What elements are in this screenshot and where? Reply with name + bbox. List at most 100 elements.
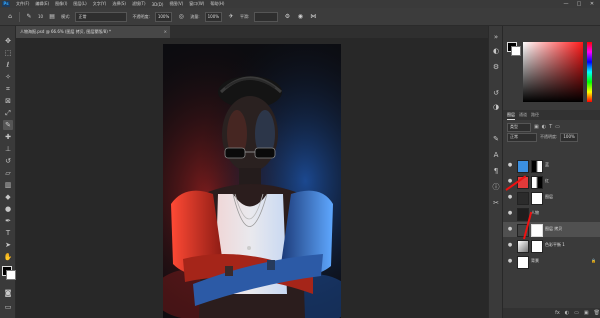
filter-shape-icon[interactable]: ▭ xyxy=(555,124,560,130)
menu-image[interactable]: 图像(I) xyxy=(55,1,67,7)
adjustment-layer-icon[interactable]: ◐ xyxy=(565,308,569,318)
layer-kind-filter[interactable]: 类型 xyxy=(507,122,531,132)
brush-tool-icon[interactable]: ✎ xyxy=(25,13,33,21)
menu-help[interactable]: 帮助(H) xyxy=(210,1,224,7)
document-tab[interactable]: 人物海报.psd @ 66.6% (图层 拷贝, 图层蒙版/8) * × xyxy=(16,26,170,38)
quick-mask-icon[interactable]: ◙ xyxy=(3,288,13,298)
panel-background-swatch[interactable] xyxy=(511,46,521,56)
visibility-eye-icon[interactable]: ● xyxy=(507,226,513,232)
minimize-icon[interactable]: — xyxy=(560,0,572,8)
layer-name: 红 xyxy=(545,178,549,183)
tools-preset-icon[interactable]: ✂ xyxy=(491,198,501,208)
layer-mask-thumbnail[interactable] xyxy=(531,160,543,173)
menu-layer[interactable]: 图层(L) xyxy=(73,1,86,7)
clone-stamp-tool-icon[interactable]: ⊥ xyxy=(3,144,13,154)
tab-layers[interactable]: 图层 xyxy=(507,110,515,120)
gradient-tool-icon[interactable]: ▥ xyxy=(3,180,13,190)
history-panel-icon[interactable]: ↺ xyxy=(491,88,501,98)
flow-input[interactable]: 100% xyxy=(204,11,223,22)
layer-mask-thumbnail[interactable] xyxy=(531,240,543,253)
pressure-size-icon[interactable]: ◉ xyxy=(296,13,304,21)
layer-mask-thumbnail[interactable] xyxy=(531,176,543,189)
filter-type-icon[interactable]: T xyxy=(549,124,552,130)
path-select-tool-icon[interactable]: ➤ xyxy=(3,240,13,250)
layer-name: 人物 xyxy=(531,210,539,215)
close-window-icon[interactable]: ✕ xyxy=(586,0,598,8)
menu-edit[interactable]: 编辑(E) xyxy=(35,1,49,7)
menu-view[interactable]: 视图(V) xyxy=(169,1,183,7)
smoothing-input[interactable] xyxy=(254,11,279,22)
type-tool-icon[interactable]: T xyxy=(3,228,13,238)
mode-select[interactable]: 正常 xyxy=(75,11,128,22)
layer-opacity-input[interactable]: 100% xyxy=(560,132,578,142)
layer-row[interactable]: ● 色彩平衡 1 xyxy=(503,238,600,253)
layer-row[interactable]: ● 人物 xyxy=(503,206,600,221)
menu-type[interactable]: 文字(Y) xyxy=(93,1,107,7)
adjustments-panel-icon[interactable]: ◑ xyxy=(491,102,501,112)
layer-mask-thumbnail[interactable] xyxy=(531,224,543,237)
filter-adjust-icon[interactable]: ◐ xyxy=(542,124,546,130)
blur-tool-icon[interactable]: ◆ xyxy=(3,192,13,202)
menu-filter[interactable]: 滤镜(T) xyxy=(132,1,146,7)
layer-row[interactable]: ● 图层 xyxy=(503,190,600,205)
layer-row[interactable]: ● 背景 🔒 xyxy=(503,254,600,269)
panel-collapse-icon[interactable]: » xyxy=(491,32,501,42)
visibility-eye-icon[interactable]: ● xyxy=(507,242,513,248)
brush-tool-active-icon[interactable]: ✎ xyxy=(3,120,13,130)
maximize-icon[interactable]: □ xyxy=(573,0,585,8)
new-layer-icon[interactable]: ▣ xyxy=(584,308,589,318)
pen-tool-icon[interactable]: ✒ xyxy=(3,216,13,226)
tab-paths[interactable]: 路径 xyxy=(531,110,539,120)
filter-pixel-icon[interactable]: ▣ xyxy=(534,124,539,130)
settings-gear-icon[interactable]: ⚙ xyxy=(283,13,291,21)
blend-mode-select[interactable]: 正常 xyxy=(507,132,537,142)
home-icon[interactable]: ⌂ xyxy=(6,13,14,21)
canvas-image[interactable] xyxy=(163,44,341,318)
new-group-icon[interactable]: ▭ xyxy=(574,308,579,318)
fx-icon[interactable]: fx xyxy=(555,308,560,318)
marquee-tool-icon[interactable]: ⬚ xyxy=(3,48,13,58)
menu-3d[interactable]: 3D(D) xyxy=(152,2,164,7)
crop-tool-icon[interactable]: ⌗ xyxy=(3,84,13,94)
symmetry-icon[interactable]: ⋈ xyxy=(309,13,317,21)
character-panel-icon[interactable]: A xyxy=(491,150,501,160)
frame-tool-icon[interactable]: ⊠ xyxy=(3,96,13,106)
airbrush-icon[interactable]: ✈ xyxy=(227,13,235,21)
info-panel-icon[interactable]: ⓘ xyxy=(491,182,501,192)
color-panel-icon[interactable]: ◐ xyxy=(491,46,501,56)
menu-window[interactable]: 窗口(W) xyxy=(189,1,204,7)
lasso-tool-icon[interactable]: ℓ xyxy=(3,60,13,70)
visibility-eye-icon[interactable]: ● xyxy=(507,162,513,168)
quick-select-tool-icon[interactable]: ✧ xyxy=(3,72,13,82)
brush-panel-icon[interactable]: ✎ xyxy=(491,134,501,144)
healing-tool-icon[interactable]: ✚ xyxy=(3,132,13,142)
hue-slider[interactable] xyxy=(587,42,592,102)
eyedropper-tool-icon[interactable]: ⤢ xyxy=(3,108,13,118)
visibility-eye-icon[interactable]: ● xyxy=(507,258,513,264)
hand-tool-icon[interactable]: ✋ xyxy=(3,252,13,262)
layer-thumbnail xyxy=(517,240,529,253)
brush-panel-icon[interactable]: ▤ xyxy=(48,13,56,21)
opacity-input[interactable]: 100% xyxy=(154,11,173,22)
menu-file[interactable]: 文件(F) xyxy=(16,1,29,7)
layer-mask-thumbnail[interactable] xyxy=(531,192,543,205)
properties-panel-icon[interactable]: ⚙ xyxy=(491,62,501,72)
color-picker-field[interactable] xyxy=(523,42,583,102)
background-color-swatch[interactable] xyxy=(6,270,16,280)
history-brush-tool-icon[interactable]: ↺ xyxy=(3,156,13,166)
layer-row-selected[interactable]: ● 图层 拷贝 xyxy=(503,222,600,237)
delete-layer-icon[interactable]: 🗑 xyxy=(594,308,600,318)
pressure-opacity-icon[interactable]: ◎ xyxy=(177,13,185,21)
dodge-tool-icon[interactable]: ● xyxy=(3,204,13,214)
visibility-eye-icon[interactable]: ● xyxy=(507,194,513,200)
brush-size[interactable]: 10 xyxy=(38,14,43,19)
tab-channels[interactable]: 通道 xyxy=(519,110,527,120)
move-tool-icon[interactable]: ✥ xyxy=(3,36,13,46)
menu-select[interactable]: 选择(S) xyxy=(112,1,126,7)
paragraph-panel-icon[interactable]: ¶ xyxy=(491,166,501,176)
eraser-tool-icon[interactable]: ▱ xyxy=(3,168,13,178)
layer-row[interactable]: ● 蓝 xyxy=(503,158,600,173)
visibility-eye-icon[interactable]: ● xyxy=(507,210,513,216)
close-tab-icon[interactable]: × xyxy=(164,26,167,38)
screen-mode-icon[interactable]: ▭ xyxy=(3,302,13,312)
